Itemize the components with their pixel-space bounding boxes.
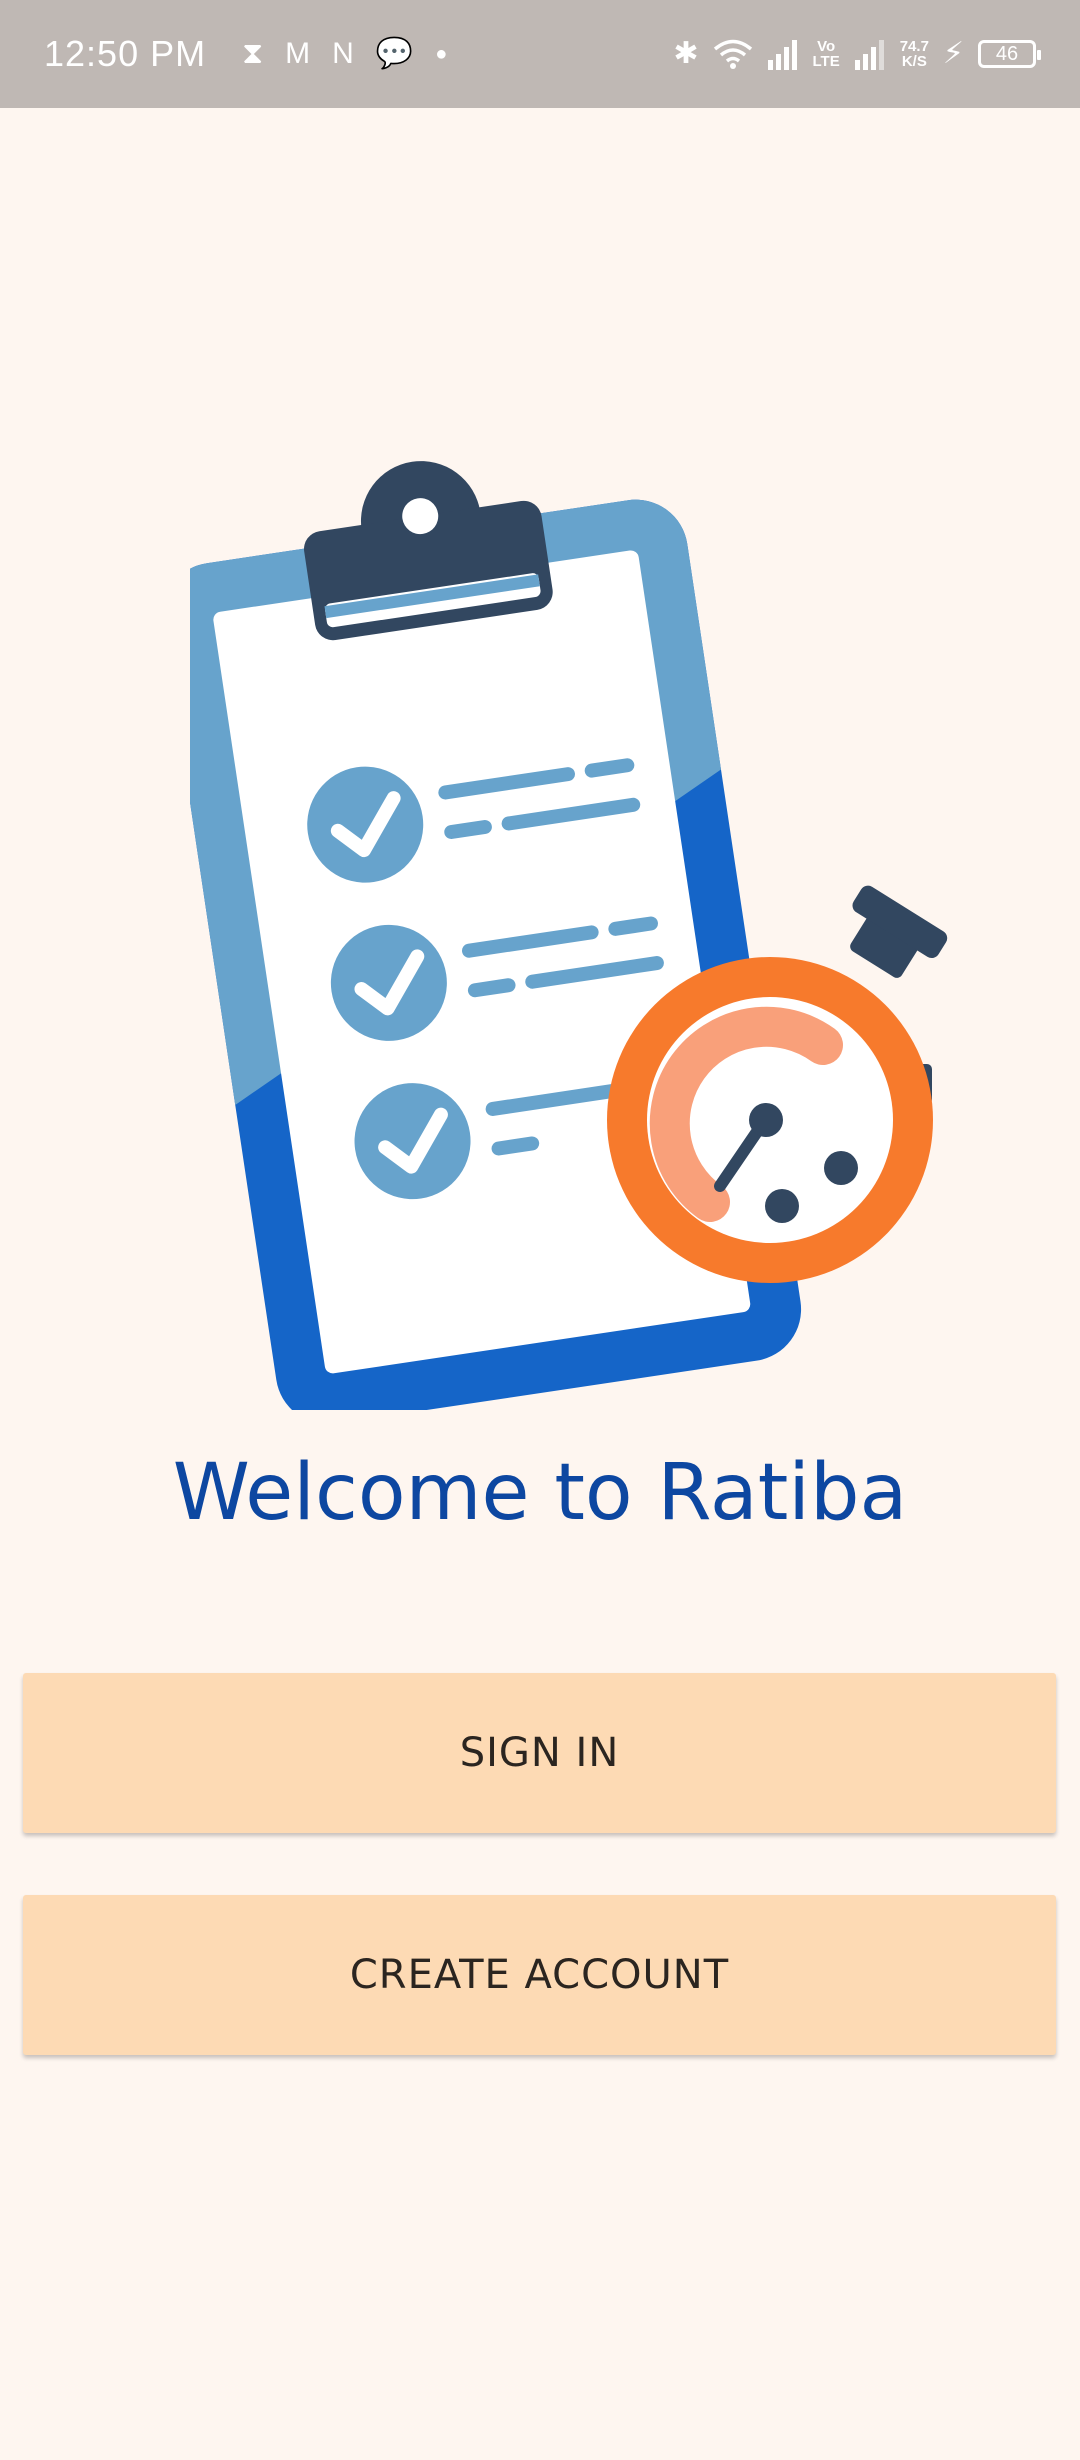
create-account-button[interactable]: CREATE ACCOUNT xyxy=(23,1895,1056,2055)
signal-icon-2 xyxy=(854,40,884,70)
dot-icon: ● xyxy=(435,43,448,65)
wifi-icon xyxy=(713,39,752,69)
signal-icon-1 xyxy=(767,40,797,70)
bluetooth-icon: ✱ xyxy=(673,37,699,70)
clipboard-stopwatch-illustration xyxy=(190,461,948,1410)
welcome-title: Welcome to Ratiba xyxy=(172,1448,908,1538)
hourglass-icon: ⧗ xyxy=(242,37,264,70)
network-speed: 74.7 K/S xyxy=(899,38,929,70)
charging-icon: ⚡ xyxy=(942,37,964,70)
status-bar: 12:50 PM ⧗ M N 💬 ● ✱ Vo LTE 74.7 K/S ⚡ 4… xyxy=(0,0,1080,108)
netflix-icon: N xyxy=(332,37,354,70)
sign-in-button[interactable]: SIGN IN xyxy=(23,1673,1056,1833)
system-icons: ✱ Vo LTE 74.7 K/S ⚡ 46 xyxy=(673,37,1041,70)
battery-level: 46 xyxy=(995,42,1019,65)
notification-icons: ⧗ M N 💬 ● xyxy=(242,39,447,69)
battery-icon: 46 xyxy=(978,40,1041,68)
volte-indicator: Vo LTE xyxy=(812,38,840,70)
gmail-icon: M xyxy=(285,37,311,70)
status-time: 12:50 PM xyxy=(44,33,207,74)
chat-icon: 💬 xyxy=(375,37,414,70)
